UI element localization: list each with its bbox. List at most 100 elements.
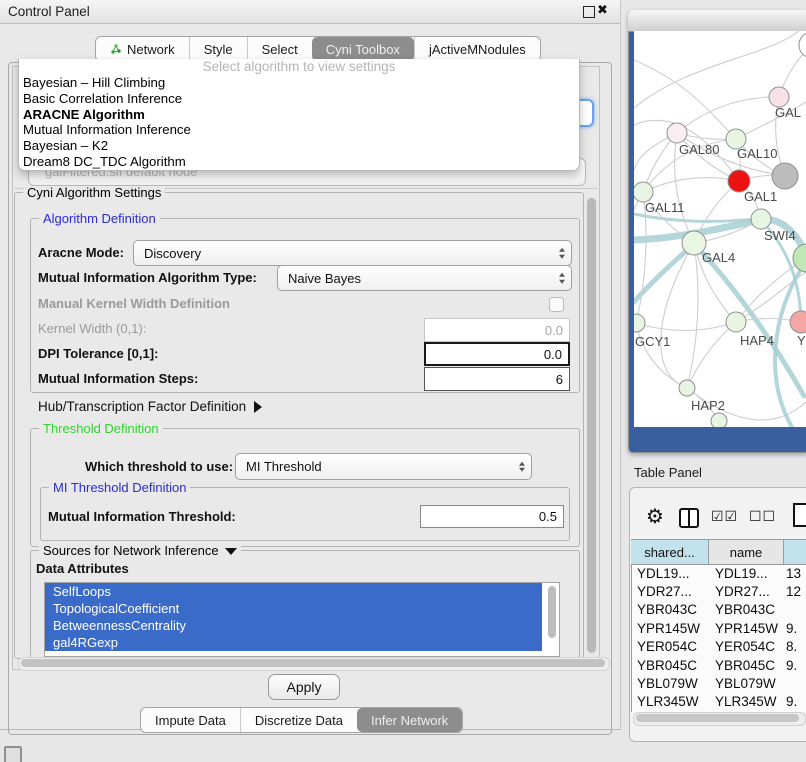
list-scrollbar-thumb[interactable] bbox=[548, 586, 556, 638]
network-node-gal[interactable] bbox=[769, 87, 789, 107]
kernel-width-value: 0.0 bbox=[545, 323, 563, 338]
mi-type-label: Mutual Information Algorithm Type: bbox=[38, 270, 257, 286]
table-row[interactable]: YBL079WYBL079W bbox=[631, 674, 806, 692]
attribute-item-betweennesscentrality[interactable]: BetweennessCentrality bbox=[45, 617, 542, 634]
tab-infer-network[interactable]: Infer Network bbox=[357, 708, 462, 732]
column-header-shared-name[interactable]: shared... bbox=[631, 540, 709, 564]
attribute-item-gal4rgexp[interactable]: gal4RGexp bbox=[45, 634, 542, 651]
network-node-label: GAL11 bbox=[645, 200, 685, 215]
table-row[interactable]: YER054CYER054C8. bbox=[631, 638, 806, 656]
dropdown-item-mutual-information-inference[interactable]: Mutual Information Inference bbox=[19, 122, 579, 138]
network-node-swi4[interactable] bbox=[751, 209, 771, 229]
data-attributes-list: SelfLoopsTopologicalCoefficientBetweenne… bbox=[44, 582, 560, 657]
table-row[interactable]: YBR043CYBR043C bbox=[631, 601, 806, 619]
settings-vertical-scrollbar[interactable] bbox=[585, 196, 598, 655]
network-node-label: HAP2 bbox=[691, 398, 725, 413]
network-node-gal11[interactable] bbox=[634, 182, 653, 202]
sources-legend[interactable]: Sources for Network Inference bbox=[39, 543, 241, 558]
network-node[interactable] bbox=[772, 163, 798, 189]
scrollbar-thumb[interactable] bbox=[587, 198, 596, 653]
network-teal-edge bbox=[634, 214, 758, 221]
network-edge bbox=[687, 322, 736, 388]
float-window-icon[interactable] bbox=[583, 6, 595, 18]
network-node[interactable] bbox=[793, 244, 806, 272]
manual-kernel-label: Manual Kernel Width Definition bbox=[38, 296, 230, 312]
dropdown-item-bayesian-k2[interactable]: Bayesian – K2 bbox=[19, 138, 579, 154]
column-header-partial[interactable] bbox=[784, 540, 806, 564]
table-cell: YDR27... bbox=[709, 584, 784, 599]
table-cell: YBR043C bbox=[709, 602, 784, 617]
network-icon bbox=[110, 43, 122, 55]
mi-threshold-value: 0.5 bbox=[539, 509, 557, 524]
table-row[interactable]: YBR045CYBR045C9. bbox=[631, 656, 806, 674]
table-row[interactable]: YDL19...YDL19...13 bbox=[631, 564, 806, 582]
mi-threshold-field[interactable]: 0.5 bbox=[420, 505, 564, 528]
table-cell: YDL19... bbox=[709, 566, 784, 581]
network-teal-edge bbox=[695, 245, 804, 396]
table-row[interactable]: YDR27...YDR27...12 bbox=[631, 582, 806, 600]
network-node-label: GAL4 bbox=[702, 250, 735, 265]
tab-impute-data[interactable]: Impute Data bbox=[141, 708, 240, 732]
stepper-icon bbox=[559, 248, 565, 259]
network-node-label: Y bbox=[797, 333, 806, 348]
scrollbar-thumb[interactable] bbox=[636, 714, 799, 722]
tab-cyni-toolbox[interactable]: Cyni Toolbox bbox=[312, 37, 414, 61]
aracne-mode-select[interactable]: Discovery bbox=[133, 240, 572, 266]
table-cell: 13 bbox=[784, 566, 806, 581]
table-row[interactable]: YPR145WYPR145W9. bbox=[631, 619, 806, 637]
table-horizontal-scrollbar[interactable] bbox=[633, 712, 806, 726]
dropdown-item-aracne-algorithm[interactable]: ARACNE Algorithm bbox=[19, 107, 579, 123]
apply-button-label: Apply bbox=[286, 679, 321, 695]
network-edge bbox=[643, 178, 739, 192]
tab-jactivemnodules[interactable]: jActiveMNodules bbox=[414, 37, 540, 61]
gear-icon[interactable]: ⚙ bbox=[646, 504, 664, 528]
which-threshold-select[interactable]: MI Threshold bbox=[235, 453, 532, 480]
network-canvas[interactable]: GALGAL80GAL10GAL1SWI4GAL4GAL11GCY1HAP4YH… bbox=[634, 31, 806, 427]
tab-style[interactable]: Style bbox=[189, 37, 247, 61]
close-icon[interactable]: ✖ bbox=[597, 3, 608, 18]
tab-label: Network bbox=[127, 42, 175, 57]
control-panel-titlebar: Control Panel ✖ bbox=[0, 0, 620, 24]
aracne-mode-label: Aracne Mode: bbox=[38, 245, 124, 261]
kernel-width-field[interactable]: 0.0 bbox=[424, 318, 570, 342]
stepper-icon bbox=[519, 461, 525, 472]
manual-kernel-checkbox[interactable] bbox=[549, 297, 564, 312]
column-layout-icon[interactable] bbox=[679, 508, 699, 528]
bottom-tabstrip: Impute DataDiscretize DataInfer Network bbox=[140, 707, 463, 733]
dropdown-item-dream8-dc-tdc-algorithm[interactable]: Dream8 DC_TDC Algorithm bbox=[19, 154, 579, 170]
dropdown-item-basic-correlation-inference[interactable]: Basic Correlation Inference bbox=[19, 91, 579, 107]
network-node-gal80[interactable] bbox=[667, 123, 687, 143]
apply-button[interactable]: Apply bbox=[268, 674, 340, 700]
collapsed-panel-icon[interactable] bbox=[4, 746, 22, 762]
tab-select[interactable]: Select bbox=[247, 37, 312, 61]
settings-horizontal-scrollbar[interactable] bbox=[18, 657, 610, 671]
hub-definition-expander[interactable]: Hub/Transcription Factor Definition bbox=[38, 399, 262, 415]
table-row[interactable]: YLR345WYLR345W9. bbox=[631, 693, 806, 711]
attribute-item-topologicalcoefficient[interactable]: TopologicalCoefficient bbox=[45, 600, 542, 617]
table-cell: YDL19... bbox=[631, 566, 709, 581]
mi-steps-field[interactable]: 6 bbox=[424, 367, 570, 391]
scrollbar-thumb[interactable] bbox=[21, 659, 605, 667]
network-node-hap2[interactable] bbox=[679, 380, 695, 396]
stepper-icon bbox=[559, 273, 565, 284]
network-node-y[interactable] bbox=[790, 311, 806, 333]
kernel-width-label: Kernel Width (0,1): bbox=[38, 321, 146, 337]
network-node-hap4[interactable] bbox=[726, 312, 746, 332]
table-cell: YBL079W bbox=[709, 676, 784, 691]
network-node[interactable] bbox=[799, 32, 806, 58]
select-all-checkboxes-icon[interactable]: ☑☑ bbox=[711, 509, 738, 525]
column-header-name[interactable]: name bbox=[709, 540, 784, 564]
tab-discretize-data[interactable]: Discretize Data bbox=[240, 708, 357, 732]
tab-network[interactable]: Network bbox=[96, 37, 189, 61]
network-node-label: GAL80 bbox=[679, 142, 719, 157]
mi-type-select[interactable]: Naive Bayes bbox=[277, 265, 572, 291]
dpi-tolerance-field[interactable]: 0.0 bbox=[424, 342, 570, 366]
deselect-all-checkboxes-icon[interactable]: ☐☐ bbox=[749, 509, 776, 525]
network-node-label: SWI4 bbox=[764, 228, 796, 243]
table-cell: YBR045C bbox=[709, 658, 784, 673]
network-node[interactable] bbox=[711, 413, 727, 427]
file-icon[interactable] bbox=[793, 503, 806, 527]
dropdown-item-bayesian-hill-climbing[interactable]: Bayesian – Hill Climbing bbox=[19, 75, 579, 91]
attribute-item-selfloops[interactable]: SelfLoops bbox=[45, 583, 542, 600]
network-node-gcy1[interactable] bbox=[634, 314, 645, 332]
